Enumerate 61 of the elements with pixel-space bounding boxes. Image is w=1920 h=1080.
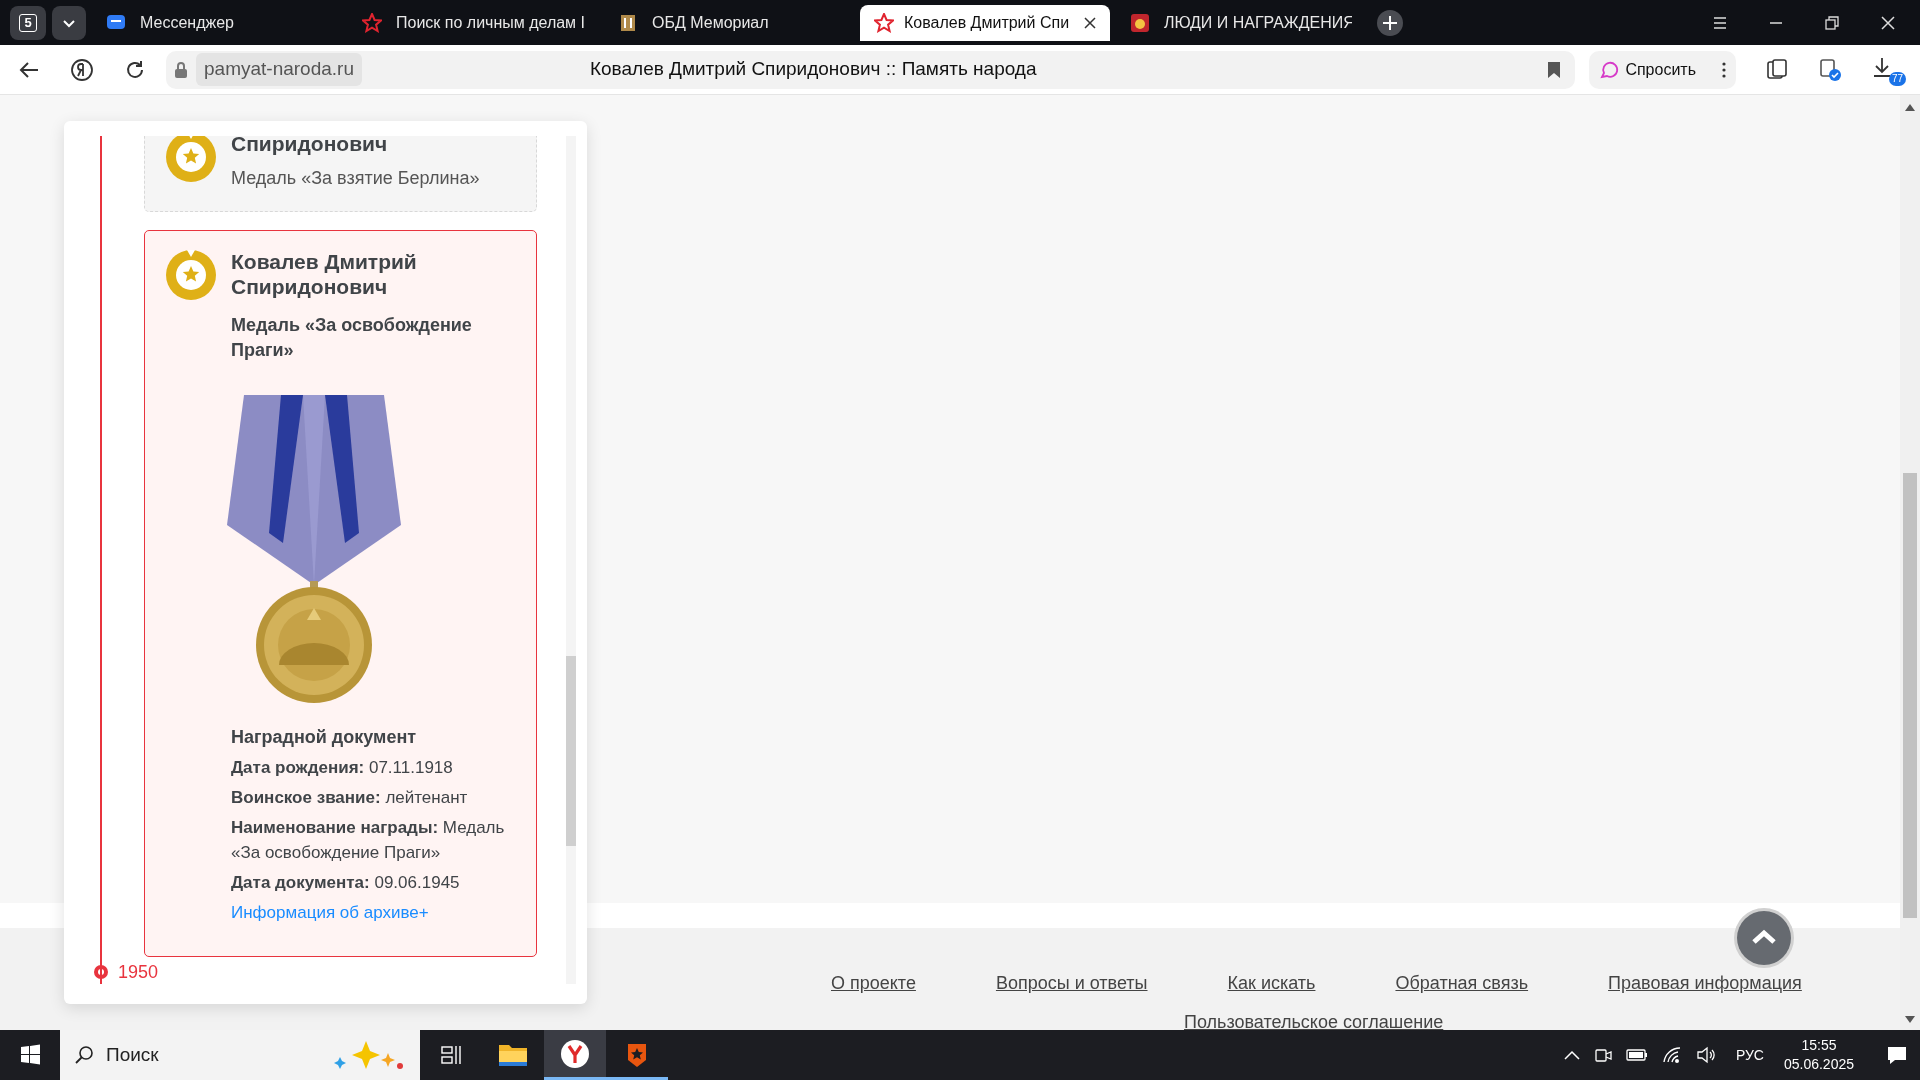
document-field: Наименование награды: Медаль «За освобождение Праги» [231,815,518,865]
restore-icon[interactable] [1824,15,1840,30]
taskbar-search-field[interactable]: Поиск [60,1030,420,1080]
scrollbar-thumb[interactable] [566,656,576,846]
search-icon [74,1045,94,1065]
footer-link[interactable]: Обратная связь [1395,970,1529,997]
url-text: pamyat-naroda.ru [196,53,362,86]
footer-link[interactable]: Пользовательское соглашение [1184,1009,1444,1030]
star-icon [874,12,894,33]
ask-button[interactable]: Спросить [1589,50,1736,89]
volume-icon[interactable] [1695,1046,1716,1064]
notifications-icon[interactable] [1886,1045,1908,1065]
clock[interactable]: 15:55 05.06.2025 [1783,1036,1854,1074]
menu-icon[interactable] [1712,15,1728,30]
medal-icon [1130,12,1150,33]
battery-icon[interactable] [1625,1048,1648,1062]
scroll-up-icon[interactable] [1905,103,1915,111]
footer-link[interactable]: О проекте [831,970,916,997]
new-tab-icon[interactable] [1376,8,1404,37]
tabs-menu-icon[interactable] [52,5,86,40]
language-indicator[interactable]: РУС [1735,1044,1764,1066]
document-field: Воинское звание: лейтенант [231,785,518,810]
chat-icon [1599,59,1620,80]
yandex-icon[interactable] [70,57,94,82]
award-title: Медаль «За освобождение Праги» [231,314,473,362]
download-icon [1872,55,1892,78]
browser-tab[interactable]: Поиск по личным делам I [348,4,598,41]
scrollbar-thumb[interactable] [1903,473,1917,918]
wifi-icon[interactable] [1661,1046,1682,1064]
star-icon [362,12,382,33]
lock-icon [174,61,188,78]
more-icon[interactable] [1722,61,1726,78]
browser-icon[interactable] [544,1030,606,1080]
bookmark-icon[interactable] [1547,60,1562,79]
document-field: Дата документа: 09.06.1945 [231,870,518,895]
footer-link[interactable]: Как искать [1227,970,1316,997]
award-title: Медаль «За взятие Берлина» [231,167,480,190]
award-card[interactable]: Спиридонович Медаль «За взятие Берлина» [144,136,537,212]
reload-icon[interactable] [124,58,146,81]
scroll-down-icon[interactable] [1905,1016,1915,1024]
medal-icon [165,136,217,183]
footer-link[interactable]: Вопросы и ответы [995,970,1148,997]
document-field: Дата рождения: 07.11.1918 [231,755,518,780]
person-name: Ковалев Дмитрий Спиридонович [231,249,418,299]
page-title: Ковалев Дмитрий Спиридонович :: Память народа [589,57,1037,82]
camera-icon[interactable] [1593,1046,1612,1064]
tab-count-button[interactable]: 5 [10,5,46,40]
collections-icon[interactable] [1766,58,1788,81]
download-count-badge: 77 [1888,71,1906,86]
footer-link[interactable]: Правовая информация [1608,970,1802,997]
tray-expand-icon[interactable] [1563,1050,1580,1060]
browser-tab[interactable]: Мессенджер [92,4,342,41]
scroll-to-top-button[interactable] [1733,907,1795,969]
browser-tab[interactable]: ОБД Мемориал [604,4,854,41]
address-bar[interactable]: pamyat-naroda.ru Ковалев Дмитрий Спиридонович :: Память народа [166,50,1576,89]
person-name: Спиридонович [231,136,389,156]
award-card[interactable] [144,230,537,957]
document-heading: Наградной документ [231,726,418,749]
close-icon[interactable] [1084,16,1096,29]
browser-tab[interactable]: Ковалев Дмитрий Спи [860,4,1110,41]
medal-icon [165,249,217,301]
